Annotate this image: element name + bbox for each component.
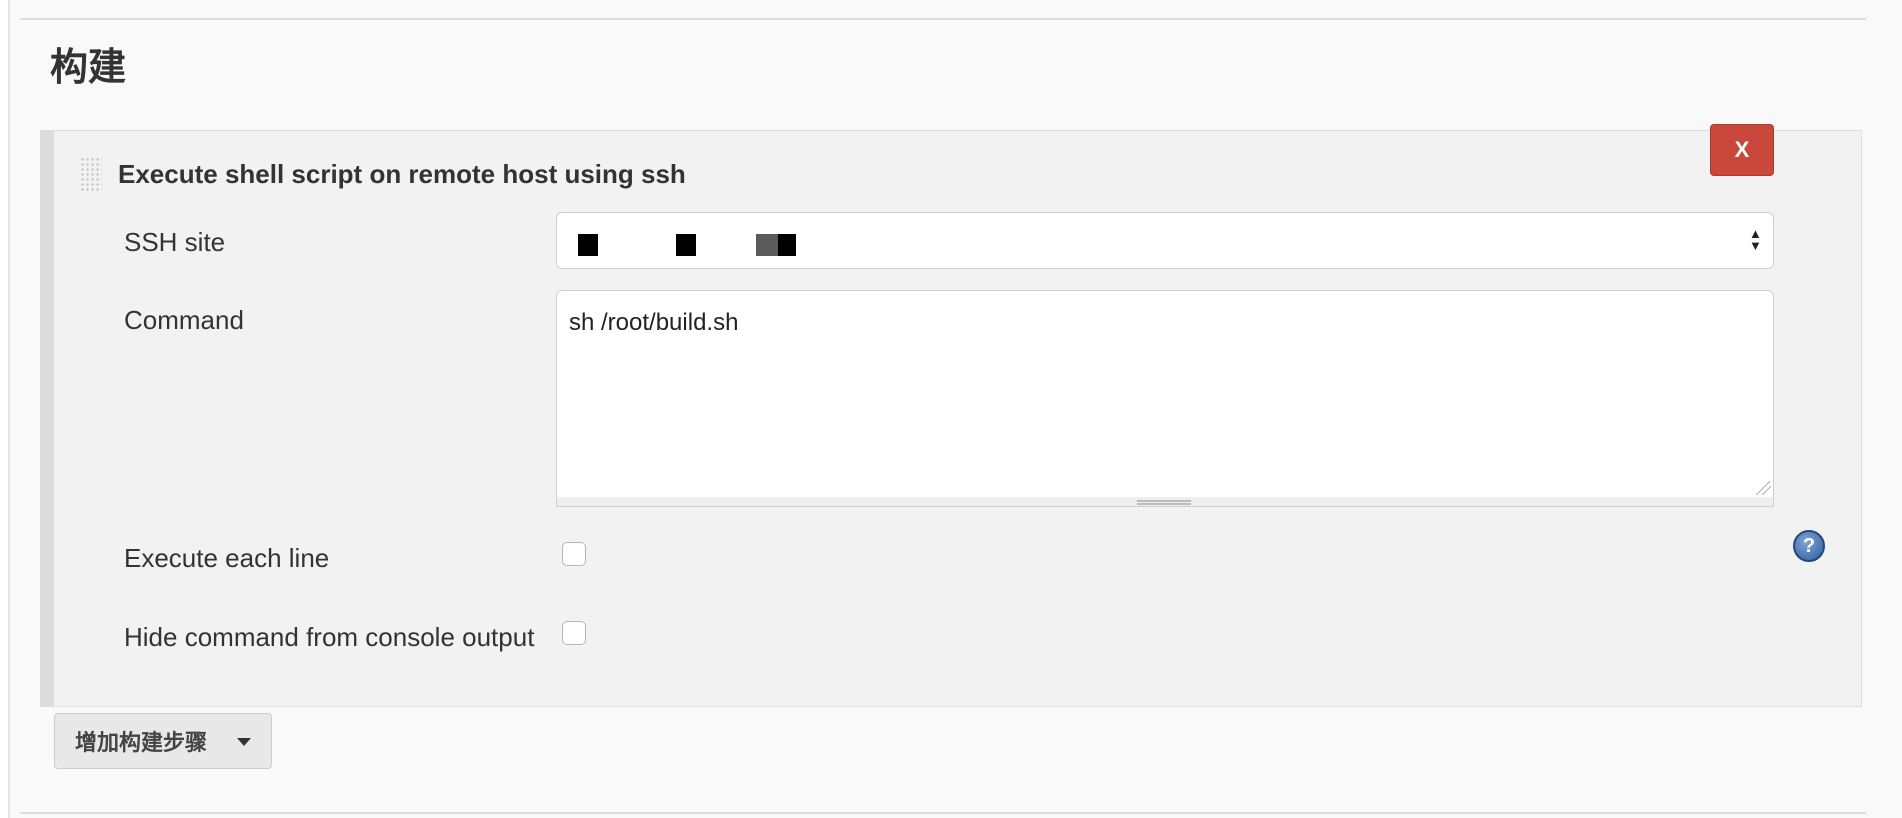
caret-down-icon [237,738,251,746]
execute-each-line-checkbox[interactable] [562,542,586,566]
hide-command-checkbox[interactable] [562,621,586,645]
ssh-site-label: SSH site [124,227,226,257]
select-arrows-icon: ▲ ▼ [1749,226,1762,253]
hide-command-label: Hide command from console output [124,622,535,652]
redacted-value [756,234,778,256]
delete-step-button[interactable]: X [1710,124,1774,176]
help-icon[interactable]: ? [1793,530,1825,562]
section-title: 构建 [50,45,127,89]
divider [20,812,1866,814]
add-build-step-label: 增加构建步骤 [75,731,208,756]
redacted-value [578,234,598,256]
redacted-value [676,234,696,256]
execute-each-line-label: Execute each line [124,543,330,573]
ssh-site-select[interactable] [556,212,1774,269]
divider [20,18,1866,20]
resize-corner-icon[interactable] [1755,481,1771,495]
command-textarea[interactable]: sh /root/build.sh [556,290,1774,498]
command-label: Command [124,305,244,335]
redacted-value [778,234,796,256]
build-step-title: Execute shell script on remote host usin… [118,159,686,189]
drag-handle-icon[interactable] [80,157,102,191]
add-build-step-button[interactable]: 增加构建步骤 [54,713,272,769]
resize-grip-icon[interactable] [1137,500,1191,505]
